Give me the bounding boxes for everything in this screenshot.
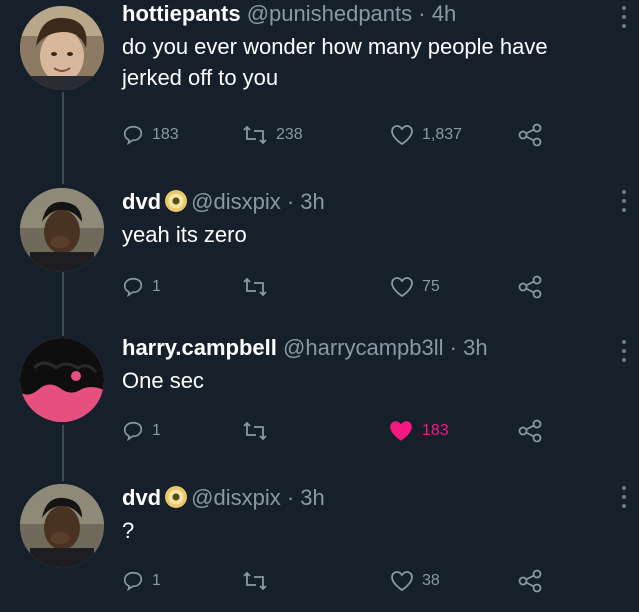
user-handle[interactable]: @disxpix (191, 189, 281, 214)
user-handle[interactable]: @punishedpants (247, 1, 412, 26)
user-handle[interactable]: @harrycampb3ll (283, 335, 444, 360)
more-options-icon[interactable] (621, 190, 627, 212)
like-button[interactable]: 38 (390, 566, 440, 596)
display-name[interactable]: dvd (122, 485, 161, 510)
retweet-icon (243, 277, 267, 297)
avatar[interactable] (20, 338, 104, 422)
more-options-icon[interactable] (621, 6, 627, 28)
like-icon (391, 277, 413, 298)
avatar[interactable] (20, 6, 104, 90)
share-button[interactable] (517, 416, 543, 446)
reply-icon (123, 277, 143, 298)
like-button[interactable]: 183 (388, 416, 449, 446)
share-icon (518, 275, 542, 299)
tweet[interactable]: dvd @disxpix · 3h ? 1 38 (0, 480, 639, 612)
display-name[interactable]: dvd (122, 189, 161, 214)
display-name[interactable]: harry.campbell (122, 335, 277, 360)
share-icon (518, 123, 542, 147)
action-bar: 1 75 (122, 272, 552, 302)
like-count: 38 (422, 572, 440, 589)
share-button[interactable] (517, 120, 543, 150)
share-button[interactable] (517, 272, 543, 302)
reply-count: 183 (152, 126, 179, 143)
display-name[interactable]: hottiepants (122, 1, 241, 26)
user-handle[interactable]: @disxpix (191, 485, 281, 510)
like-count: 1,837 (422, 126, 463, 143)
tweet-header: hottiepants @punishedpants · 4h (122, 0, 599, 28)
avatar-photo-icon (20, 188, 104, 272)
action-bar: 1 38 (122, 566, 552, 596)
like-count: 75 (422, 278, 440, 295)
tweet-text: yeah its zero (122, 222, 247, 247)
tweet-header: dvd @disxpix · 3h (122, 484, 599, 512)
retweet-count: 238 (276, 126, 303, 143)
avatar[interactable] (20, 484, 104, 568)
reply-count: 1 (152, 572, 161, 589)
share-button[interactable] (517, 566, 543, 596)
retweet-button[interactable] (242, 416, 276, 446)
tweet-text: do you ever wonder how many people have … (122, 34, 548, 90)
retweet-button[interactable]: 238 (242, 120, 303, 150)
avatar-photo-icon (20, 6, 104, 90)
timestamp[interactable]: · 3h (287, 189, 325, 214)
tweet[interactable]: hottiepants @punishedpants · 4h do you e… (0, 0, 639, 170)
retweet-icon (243, 571, 267, 591)
more-options-icon[interactable] (621, 340, 627, 362)
like-icon (391, 571, 413, 592)
reply-button[interactable]: 1 (122, 416, 161, 446)
reply-icon (123, 571, 143, 592)
share-icon (518, 569, 542, 593)
avatar[interactable] (20, 188, 104, 272)
tweet-header: dvd @disxpix · 3h (122, 188, 599, 216)
action-bar: 1 183 (122, 416, 552, 446)
retweet-button[interactable] (242, 566, 276, 596)
tweet-text: ? (122, 518, 135, 543)
retweet-icon (243, 421, 267, 441)
reply-icon (123, 125, 143, 146)
reply-count: 1 (152, 422, 161, 439)
tweet[interactable]: harry.campbell @harrycampb3ll · 3h One s… (0, 334, 639, 474)
avatar-photo-icon (20, 338, 104, 422)
like-button[interactable]: 1,837 (390, 120, 462, 150)
reply-count: 1 (152, 278, 161, 295)
reply-icon (123, 421, 143, 442)
tweet-header: harry.campbell @harrycampb3ll · 3h (122, 334, 599, 362)
timestamp[interactable]: · 3h (287, 485, 325, 510)
timestamp[interactable]: · 4h (418, 1, 456, 26)
like-button[interactable]: 75 (390, 272, 440, 302)
verified-badge-icon (165, 190, 188, 212)
like-filled-icon (390, 421, 412, 441)
reply-button[interactable]: 183 (122, 120, 179, 150)
action-bar: 183 238 1,837 (122, 120, 552, 150)
retweet-button[interactable] (242, 272, 276, 302)
like-count: 183 (422, 422, 449, 439)
reply-button[interactable]: 1 (122, 566, 161, 596)
more-options-icon[interactable] (621, 486, 627, 508)
avatar-photo-icon (20, 484, 104, 568)
share-icon (518, 419, 542, 443)
tweet-text: One sec (122, 368, 204, 393)
timestamp[interactable]: · 3h (450, 335, 488, 360)
retweet-icon (243, 125, 267, 145)
tweet[interactable]: dvd @disxpix · 3h yeah its zero 1 75 (0, 184, 639, 324)
verified-badge-icon (165, 486, 188, 508)
reply-button[interactable]: 1 (122, 272, 161, 302)
like-icon (391, 125, 413, 146)
